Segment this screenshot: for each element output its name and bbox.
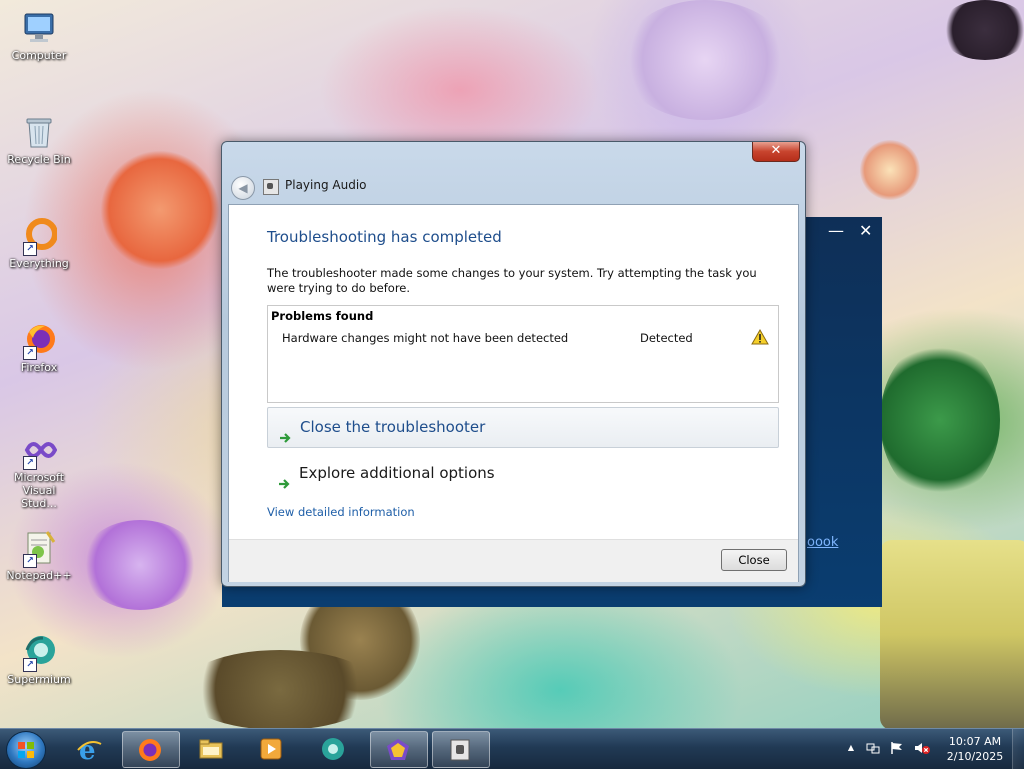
supermium-icon xyxy=(322,738,344,760)
close-troubleshooter-label: Close the troubleshooter xyxy=(300,418,486,436)
app-icon xyxy=(387,739,409,760)
clock-time: 10:07 AM xyxy=(948,735,1002,748)
page-heading: Troubleshooting has completed xyxy=(267,228,502,246)
desktop-icon-notepadpp[interactable]: ↗ Notepad++ xyxy=(1,530,77,582)
wallpaper-blob xyxy=(180,650,380,728)
taskbar-item-firefox[interactable] xyxy=(122,731,180,768)
notepadpp-icon: ↗ xyxy=(21,530,57,568)
show-hidden-icons-button[interactable]: ▲ xyxy=(844,741,858,755)
explore-options-button[interactable]: Explore additional options xyxy=(267,454,777,493)
everything-icon: ↗ xyxy=(21,218,58,256)
clock-date: 2/10/2025 xyxy=(946,750,1004,763)
network-icon[interactable] xyxy=(866,741,880,755)
desktop-icon-firefox[interactable]: ↗ Firefox xyxy=(1,322,77,374)
dialog-footer: Close xyxy=(229,539,798,582)
problem-status: Detected xyxy=(640,331,693,345)
taskbar-item-file-explorer[interactable] xyxy=(184,731,240,766)
windows-logo-icon xyxy=(18,742,34,758)
computer-icon xyxy=(21,10,57,46)
desktop-icon-label: Supermium xyxy=(7,673,71,686)
taskbar-item-internet-explorer[interactable]: e xyxy=(62,731,118,766)
desktop-icon-recycle-bin[interactable]: Recycle Bin xyxy=(1,114,77,166)
start-button[interactable] xyxy=(6,731,46,769)
close-troubleshooter-button[interactable]: Close the troubleshooter xyxy=(267,407,779,448)
firefox-icon: ↗ xyxy=(21,322,57,360)
shortcut-arrow-icon: ↗ xyxy=(23,346,37,360)
page-description: The troubleshooter made some changes to … xyxy=(267,266,757,295)
wallpaper-blob xyxy=(80,520,200,610)
green-arrow-icon xyxy=(278,421,292,443)
wallpaper-blob xyxy=(880,340,1000,500)
wallpaper-blob xyxy=(100,150,220,270)
warning-icon xyxy=(751,328,769,345)
wallpaper-blob xyxy=(940,0,1024,60)
taskbar-item-media-player[interactable] xyxy=(244,731,300,766)
action-center-flag-icon[interactable] xyxy=(890,741,904,755)
clock[interactable]: 10:07 AM 2/10/2025 xyxy=(940,734,1010,764)
desktop-icon-label: Everything xyxy=(9,257,69,270)
desktop-icon-everything[interactable]: ↗ Everything xyxy=(1,218,77,270)
background-window-close-button[interactable]: ✕ xyxy=(859,221,872,240)
green-arrow-icon xyxy=(277,467,291,489)
wallpaper-blob xyxy=(880,540,1024,728)
visual-studio-icon: ↗ xyxy=(21,432,58,470)
desktop-icon-label: Computer xyxy=(11,49,67,62)
explore-options-label: Explore additional options xyxy=(299,464,495,482)
system-tray: ▲ 10:07 AM 2/10/2025 xyxy=(840,729,1024,769)
troubleshooter-content: Troubleshooting has completed The troubl… xyxy=(228,204,799,582)
back-arrow-icon[interactable]: ◀ xyxy=(231,176,255,200)
recycle-bin-icon xyxy=(21,114,57,150)
volume-muted-icon[interactable] xyxy=(914,741,930,755)
taskbar-item-supermium[interactable] xyxy=(306,731,362,766)
internet-explorer-icon: e xyxy=(77,736,102,762)
wallpaper-blob xyxy=(620,0,790,120)
view-details-link[interactable]: View detailed information xyxy=(267,505,415,519)
problems-list: Problems found Hardware changes might no… xyxy=(267,305,779,403)
shortcut-arrow-icon: ↗ xyxy=(23,242,37,256)
media-player-icon xyxy=(260,738,282,760)
svg-text:e: e xyxy=(79,736,96,762)
show-desktop-button[interactable] xyxy=(1012,729,1024,769)
wallpaper-blob xyxy=(860,140,920,200)
taskbar-item-everything-app[interactable] xyxy=(370,731,428,768)
desktop-icon-label: Notepad++ xyxy=(6,569,72,582)
window-title: Playing Audio xyxy=(285,178,367,192)
troubleshooter-icon xyxy=(450,739,470,761)
audio-troubleshooter-icon xyxy=(263,179,279,195)
window-close-button[interactable]: ✕ xyxy=(752,142,800,162)
background-window-minimize-button[interactable]: — xyxy=(828,221,844,240)
shortcut-arrow-icon: ↗ xyxy=(23,456,37,470)
desktop-icon-label: Recycle Bin xyxy=(7,153,71,166)
desktop-icon-label: Firefox xyxy=(20,361,58,374)
taskbar: e ▲ 10:07 AM 2/10/2025 xyxy=(0,728,1024,769)
desktop-icon-label: Microsoft Visual Stud... xyxy=(13,471,65,510)
desktop-icon-visual-studio[interactable]: ↗ Microsoft Visual Stud... xyxy=(1,432,77,510)
desktop-icon-computer[interactable]: Computer xyxy=(1,10,77,62)
shortcut-arrow-icon: ↗ xyxy=(23,658,37,672)
taskbar-item-troubleshooter-app[interactable] xyxy=(432,731,490,768)
desktop: Computer Recycle Bin ↗ Everything ↗ Fire… xyxy=(0,0,1024,728)
problem-name: Hardware changes might not have been det… xyxy=(282,331,569,345)
desktop-icon-supermium[interactable]: ↗ Supermium xyxy=(1,634,77,686)
firefox-icon xyxy=(139,739,161,761)
background-window-link[interactable]: oook xyxy=(807,535,838,550)
folder-icon xyxy=(199,739,223,759)
troubleshooter-window: ✕ ◀ Playing Audio Troubleshooting has co… xyxy=(221,141,806,587)
shortcut-arrow-icon: ↗ xyxy=(23,554,37,568)
close-button[interactable]: Close xyxy=(721,549,787,571)
supermium-icon: ↗ xyxy=(21,634,57,672)
problems-list-title: Problems found xyxy=(271,309,374,323)
